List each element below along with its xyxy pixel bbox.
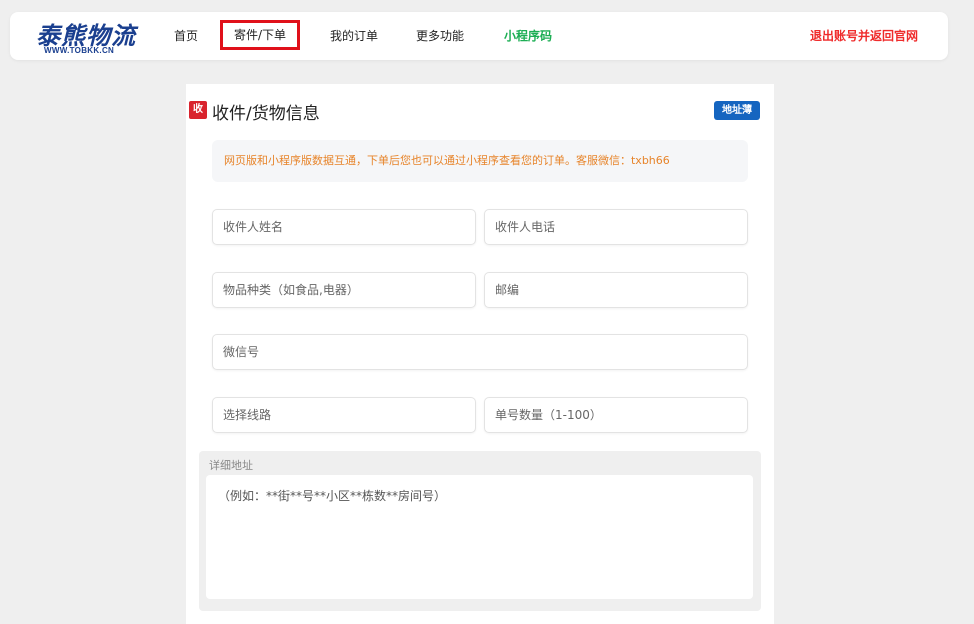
detail-address-textarea[interactable]	[206, 475, 753, 599]
recipient-name-input[interactable]	[213, 210, 475, 244]
nav-send-order[interactable]: 寄件/下单	[220, 20, 300, 50]
recipient-phone-field[interactable]	[484, 209, 748, 245]
nav-home[interactable]: 首页	[174, 12, 198, 60]
logout-link[interactable]: 退出账号并返回官网	[810, 12, 918, 60]
route-select-field[interactable]	[212, 397, 476, 433]
section-title: 收件/货物信息	[212, 104, 320, 124]
detail-address-section: 详细地址	[199, 451, 761, 611]
recipient-name-field[interactable]	[212, 209, 476, 245]
site-logo[interactable]: 泰熊物流 WWW.TOBKK.CN	[28, 16, 148, 58]
wechat-field[interactable]	[212, 334, 748, 370]
nav-more-features[interactable]: 更多功能	[416, 12, 464, 60]
top-nav-bar: 泰熊物流 WWW.TOBKK.CN 首页 寄件/下单 我的订单 更多功能 小程序…	[10, 12, 948, 60]
detail-address-label: 详细地址	[209, 459, 253, 472]
wechat-input[interactable]	[213, 335, 747, 369]
order-count-field[interactable]	[484, 397, 748, 433]
nav-mini-program-code[interactable]: 小程序码	[504, 12, 552, 60]
route-select-input[interactable]	[213, 398, 475, 432]
item-type-input[interactable]	[213, 273, 475, 307]
zipcode-input[interactable]	[485, 273, 747, 307]
recipient-form-card: 收 收件/货物信息 地址薄 网页版和小程序版数据互通，下单后您也可以通过小程序查…	[186, 84, 774, 624]
section-badge: 收	[189, 101, 207, 119]
order-count-input[interactable]	[485, 398, 747, 432]
address-book-button[interactable]: 地址薄	[714, 101, 760, 120]
zipcode-field[interactable]	[484, 272, 748, 308]
recipient-phone-input[interactable]	[485, 210, 747, 244]
item-type-field[interactable]	[212, 272, 476, 308]
nav-my-orders[interactable]: 我的订单	[330, 12, 378, 60]
notice-banner: 网页版和小程序版数据互通，下单后您也可以通过小程序查看您的订单。客服微信：txb…	[212, 140, 748, 182]
logo-subtext: WWW.TOBKK.CN	[44, 46, 115, 55]
